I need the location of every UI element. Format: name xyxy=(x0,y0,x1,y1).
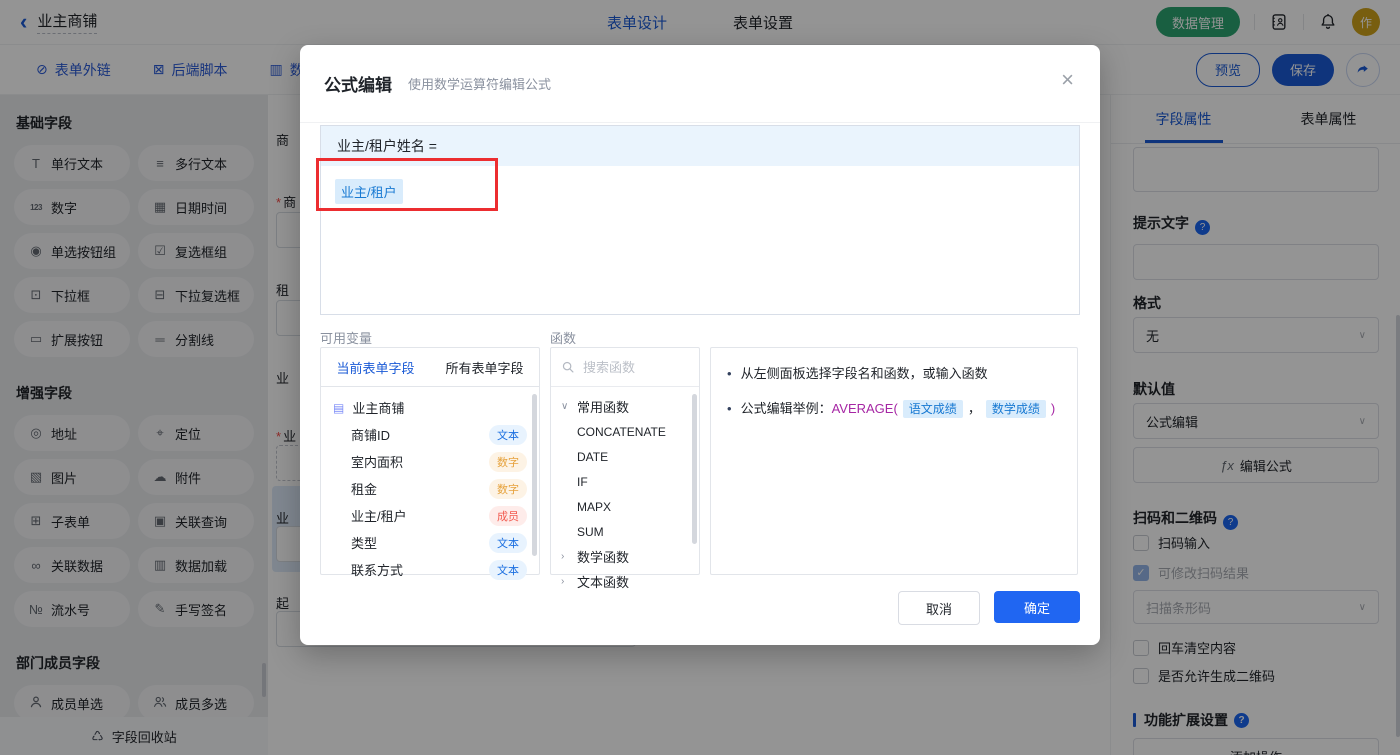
function-group-label: 常用函数 xyxy=(577,400,630,415)
caret-right-icon: › xyxy=(561,551,565,562)
variable-name: 租金 xyxy=(351,482,378,497)
example-chip: 语文成绩 xyxy=(902,400,963,418)
function-group-common[interactable]: ∨ 常用函数 xyxy=(551,394,699,419)
form-designer-app: ‹ 业主商铺 表单设计 表单设置 数据管理 作 ⊘ 表单外链 ⊠ 后端脚本 ▥ … xyxy=(0,0,1400,755)
example-chip: 数学成绩 xyxy=(985,400,1046,418)
form-doc-icon: ▤ xyxy=(333,400,345,415)
tip-example-line: • 公式编辑举例：AVERAGE(语文成绩，数学成绩) xyxy=(727,400,1056,418)
search-icon xyxy=(562,361,574,373)
function-item[interactable]: CONCATENATE xyxy=(551,419,699,444)
tips-panel: • 从左侧面板选择字段名和函数，或输入函数 • 公式编辑举例：AVERAGE(语文成… xyxy=(710,347,1078,575)
function-item[interactable]: SUM xyxy=(551,519,699,544)
variables-panel: 当前表单字段 所有表单字段 ▤ 业主商铺 商铺ID 文本 室内面积 数字 租金 xyxy=(320,347,540,580)
type-badge: 成员 xyxy=(489,505,527,526)
variables-scrollbar[interactable] xyxy=(532,394,537,556)
variables-tree: ▤ 业主商铺 商铺ID 文本 室内面积 数字 租金 数字 业主/租户 成员 类型… xyxy=(321,387,539,583)
bullet-icon: • xyxy=(727,401,732,416)
variable-name: 室内面积 xyxy=(351,455,404,470)
form-root-label: 业主商铺 xyxy=(352,401,405,416)
function-search-input[interactable] xyxy=(581,358,677,376)
modal-footer: 取消 确定 xyxy=(898,591,1080,625)
modal-subtitle: 使用数学运算符编辑公式 xyxy=(408,77,552,92)
functions-tree: ∨ 常用函数 CONCATENATE DATE IF MAPX SUM › 数学… xyxy=(551,387,699,594)
tip-line: • 从左侧面板选择字段名和函数，或输入函数 xyxy=(727,366,988,381)
function-item[interactable]: MAPX xyxy=(551,494,699,519)
variables-panel-label: 可用变量 xyxy=(320,331,373,346)
function-group-math[interactable]: › 数学函数 xyxy=(551,544,699,569)
type-badge: 文本 xyxy=(489,424,527,445)
caret-right-icon: › xyxy=(561,576,565,587)
function-item[interactable]: IF xyxy=(551,469,699,494)
variable-field-row[interactable]: 室内面积 数字 xyxy=(321,448,539,475)
variables-tabs: 当前表单字段 所有表单字段 xyxy=(321,348,539,387)
formula-target-label: 业主/租户姓名 = xyxy=(337,138,437,154)
tab-current-form-fields[interactable]: 当前表单字段 xyxy=(321,348,430,386)
function-item[interactable]: DATE xyxy=(551,444,699,469)
variable-name: 商铺ID xyxy=(351,428,391,443)
function-group-label: 数学函数 xyxy=(577,550,630,565)
function-token: AVERAGE( xyxy=(831,401,898,416)
variable-field-row[interactable]: 商铺ID 文本 xyxy=(321,421,539,448)
functions-scrollbar[interactable] xyxy=(692,394,697,544)
type-badge: 文本 xyxy=(489,559,527,580)
tab-all-form-fields[interactable]: 所有表单字段 xyxy=(430,348,539,386)
confirm-button[interactable]: 确定 xyxy=(994,591,1080,623)
function-group-text[interactable]: › 文本函数 xyxy=(551,569,699,594)
modal-header: 公式编辑 使用数学运算符编辑公式 xyxy=(300,45,1100,123)
modal-title: 公式编辑 xyxy=(324,76,392,95)
type-badge: 数字 xyxy=(489,451,527,472)
type-badge: 文本 xyxy=(489,532,527,553)
variable-field-row[interactable]: 联系方式 文本 xyxy=(321,556,539,583)
function-token: ) xyxy=(1050,401,1056,416)
annotation-red-rectangle xyxy=(316,158,498,211)
formula-editor: 业主/租户姓名 = 业主/租户 xyxy=(320,125,1080,315)
variable-name: 类型 xyxy=(351,536,378,551)
function-search-row xyxy=(551,348,699,387)
functions-panel-label: 函数 xyxy=(550,331,577,346)
variable-name: 业主/租户 xyxy=(351,509,407,524)
variable-field-row[interactable]: 业主/租户 成员 xyxy=(321,502,539,529)
caret-down-icon: ∨ xyxy=(561,401,569,412)
function-group-label: 文本函数 xyxy=(577,575,630,590)
form-root-node[interactable]: ▤ 业主商铺 xyxy=(321,394,539,421)
variable-name: 联系方式 xyxy=(351,563,404,578)
close-icon[interactable]: × xyxy=(1061,69,1074,91)
variable-field-row[interactable]: 类型 文本 xyxy=(321,529,539,556)
type-badge: 数字 xyxy=(489,478,527,499)
functions-panel: ∨ 常用函数 CONCATENATE DATE IF MAPX SUM › 数学… xyxy=(550,347,700,590)
cancel-button[interactable]: 取消 xyxy=(898,591,980,625)
variable-field-row[interactable]: 租金 数字 xyxy=(321,475,539,502)
formula-edit-modal: 公式编辑 使用数学运算符编辑公式 × 业主/租户姓名 = 业主/租户 可用变量 … xyxy=(300,45,1100,645)
bullet-icon: • xyxy=(727,366,732,381)
